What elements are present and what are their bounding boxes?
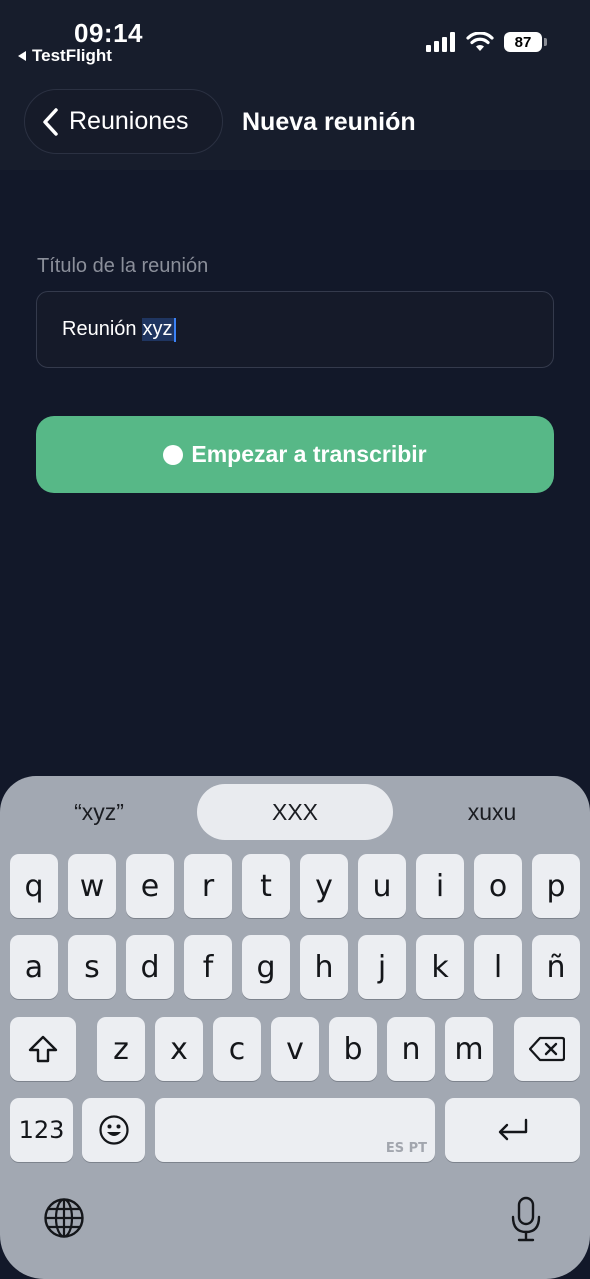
numbers-key[interactable]: 123 <box>10 1098 73 1162</box>
battery-icon: 87 <box>504 32 547 52</box>
start-transcribing-button[interactable]: Empezar a transcribir <box>36 416 554 493</box>
back-triangle-icon <box>18 51 26 61</box>
key-l[interactable]: l <box>474 935 522 999</box>
globe-button[interactable] <box>42 1196 86 1240</box>
shift-icon <box>28 1035 58 1063</box>
delete-key[interactable] <box>514 1017 580 1081</box>
key-n[interactable]: n <box>387 1017 435 1081</box>
key-p[interactable]: p <box>532 854 580 918</box>
suggestion-item[interactable]: “xyz” <box>2 784 196 840</box>
input-selected-text: xyz <box>141 318 174 341</box>
back-to-app-link[interactable]: TestFlight <box>18 46 112 66</box>
key-j[interactable]: j <box>358 935 406 999</box>
key-a[interactable]: a <box>10 935 58 999</box>
key-u[interactable]: u <box>358 854 406 918</box>
key-t[interactable]: t <box>242 854 290 918</box>
page-title: Nueva reunión <box>242 108 416 136</box>
start-transcribing-label: Empezar a transcribir <box>191 441 427 467</box>
meeting-title-input[interactable]: Reunión xyz <box>36 291 554 368</box>
key-s[interactable]: s <box>68 935 116 999</box>
suggestion-item-active[interactable]: XXX <box>197 784 393 840</box>
key-o[interactable]: o <box>474 854 522 918</box>
key-z[interactable]: z <box>97 1017 145 1081</box>
key-k[interactable]: k <box>416 935 464 999</box>
dictation-button[interactable] <box>506 1194 546 1244</box>
key-f[interactable]: f <box>184 935 232 999</box>
key-q[interactable]: q <box>10 854 58 918</box>
key-i[interactable]: i <box>416 854 464 918</box>
battery-level: 87 <box>514 33 532 51</box>
return-key[interactable] <box>445 1098 580 1162</box>
microphone-icon <box>511 1196 541 1242</box>
suggestion-bar: “xyz” XXX xuxu <box>0 784 590 842</box>
back-button[interactable]: Reuniones <box>24 89 223 154</box>
navigation-bar: Reuniones Nueva reunión <box>0 80 590 170</box>
wifi-icon <box>466 32 494 51</box>
text-caret <box>173 317 176 342</box>
key-g[interactable]: g <box>242 935 290 999</box>
emoji-icon <box>98 1115 129 1145</box>
shift-key[interactable] <box>10 1017 76 1081</box>
back-button-label: Reuniones <box>69 107 189 135</box>
meeting-title-label: Título de la reunión <box>37 255 209 277</box>
chevron-left-icon <box>43 107 58 136</box>
status-time: 09:14 <box>74 18 143 48</box>
cellular-signal-icon <box>426 32 455 52</box>
input-text: Reunión <box>62 318 137 340</box>
key-b[interactable]: b <box>329 1017 377 1081</box>
backspace-icon <box>529 1036 565 1062</box>
record-dot-icon <box>163 444 184 465</box>
return-icon <box>498 1118 527 1141</box>
key-h[interactable]: h <box>300 935 348 999</box>
status-bar: 09:14 TestFlight 87 <box>0 0 590 80</box>
key-x[interactable]: x <box>155 1017 203 1081</box>
suggestion-item[interactable]: xuxu <box>396 784 588 840</box>
key-w[interactable]: w <box>68 854 116 918</box>
key-r[interactable]: r <box>184 854 232 918</box>
key-m[interactable]: m <box>445 1017 493 1081</box>
space-bar[interactable]: ES PT <box>155 1098 435 1162</box>
key-e[interactable]: e <box>126 854 174 918</box>
keyboard: “xyz” XXX xuxu q w e r t y u i o p a s d… <box>0 776 590 1279</box>
emoji-key[interactable] <box>82 1098 145 1162</box>
key-v[interactable]: v <box>271 1017 319 1081</box>
status-icons: 87 <box>426 32 547 52</box>
globe-icon <box>44 1198 84 1238</box>
key-y[interactable]: y <box>300 854 348 918</box>
back-app-label: TestFlight <box>32 46 112 65</box>
key-enie[interactable]: ñ <box>532 935 580 999</box>
key-c[interactable]: c <box>213 1017 261 1081</box>
key-d[interactable]: d <box>126 935 174 999</box>
